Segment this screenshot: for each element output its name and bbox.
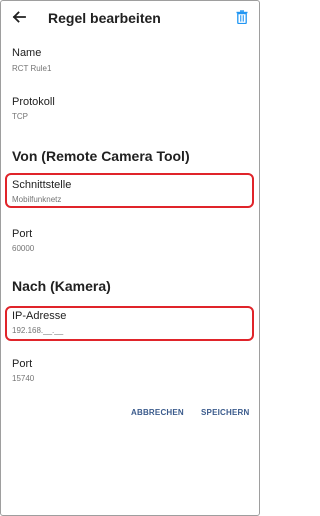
save-button[interactable]: SPEICHERN — [201, 408, 249, 417]
arrow-left-icon — [12, 11, 26, 23]
page-title: Regel bearbeiten — [48, 10, 161, 26]
name-field[interactable]: Name RCT Rule1 — [0, 44, 260, 78]
ip-address-field[interactable]: IP-Adresse 192.168.__.__ — [0, 306, 260, 342]
cancel-button[interactable]: ABBRECHEN — [131, 408, 184, 417]
to-section-title: Nach (Kamera) — [12, 278, 111, 294]
name-value: RCT Rule1 — [12, 64, 52, 73]
ip-address-label: IP-Adresse — [12, 310, 67, 322]
delete-button[interactable] — [233, 8, 251, 26]
from-section-title: Von (Remote Camera Tool) — [12, 148, 190, 164]
back-button[interactable] — [9, 7, 29, 27]
protocol-label: Protokoll — [12, 96, 55, 108]
protocol-field[interactable]: Protokoll TCP — [0, 93, 260, 127]
interface-field[interactable]: Schnittstelle Mobilfunknetz — [0, 173, 260, 209]
trash-icon — [236, 10, 248, 24]
name-label: Name — [12, 47, 42, 59]
to-port-field[interactable]: Port 15740 — [0, 354, 260, 388]
interface-value: Mobilfunknetz — [12, 195, 62, 204]
ip-address-value: 192.168.__.__ — [12, 326, 64, 335]
interface-label: Schnittstelle — [12, 179, 72, 191]
app-bar: Regel bearbeiten — [0, 0, 260, 36]
to-port-label: Port — [12, 358, 33, 370]
from-port-field[interactable]: Port 60000 — [0, 224, 260, 258]
from-port-value: 60000 — [12, 244, 35, 253]
to-port-value: 15740 — [12, 374, 35, 383]
from-port-label: Port — [12, 228, 33, 240]
protocol-value: TCP — [12, 112, 28, 121]
